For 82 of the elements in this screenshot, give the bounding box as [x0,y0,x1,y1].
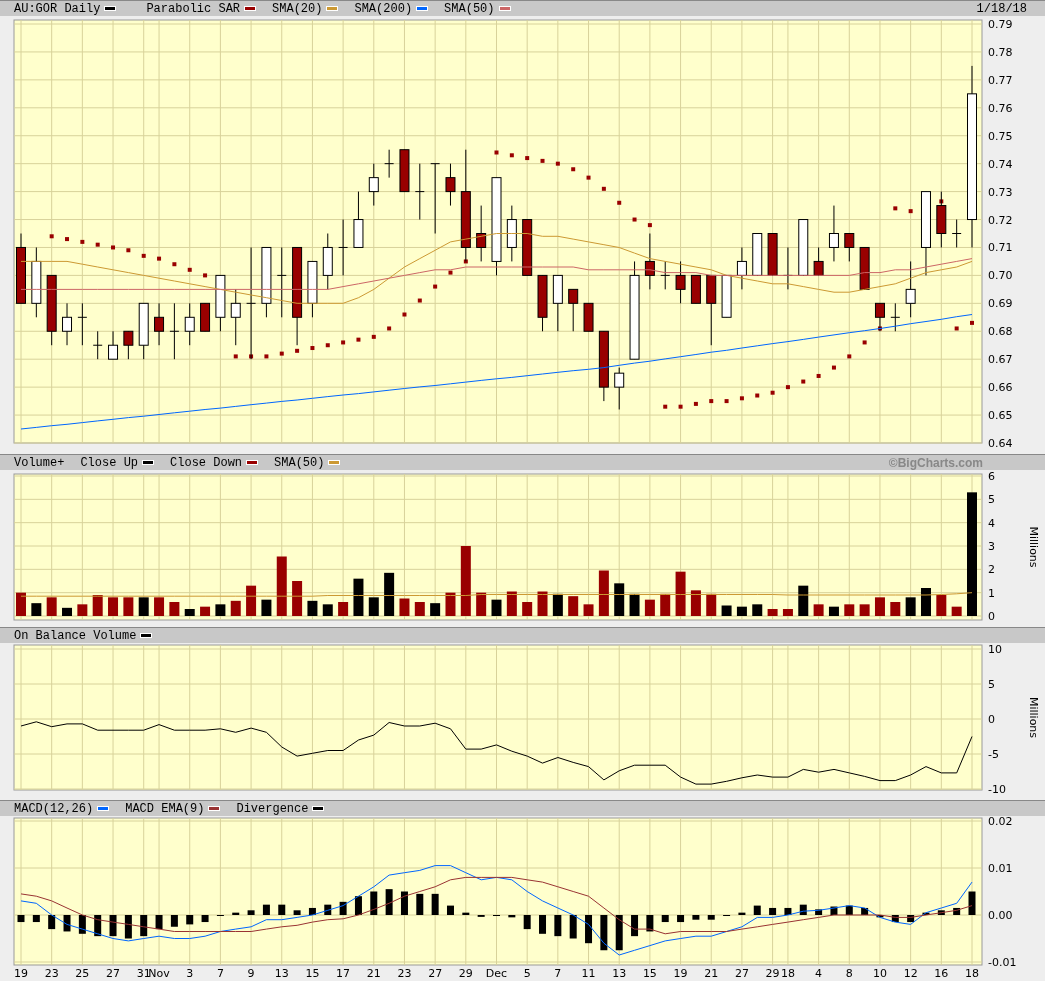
axis-tick-label: 0.74 [988,157,1013,171]
axis-tick-label: 5 [523,967,531,980]
axis-tick-label: 12 [903,967,918,980]
axis-tick-label: 4 [815,967,823,980]
axis-tick-label: 7 [554,967,562,980]
legend-label: SMA(20) [272,2,323,15]
axis-tick-label: 0.79 [988,18,1013,31]
axis-tick-label: 31 [136,967,151,980]
axis-tick-label: 25 [75,967,90,980]
legend-label: SMA(50) [444,2,495,15]
axis-tick-label: 4 [988,516,995,530]
axis-tick-label: 0.70 [988,269,1013,283]
legend-label: Parabolic SAR [146,2,241,15]
axis-tick-label: 0.72 [988,213,1013,227]
axis-tick-label: 27 [106,967,121,980]
axis-tick-label: 0.76 [988,101,1013,115]
legend-label: SMA(50) [274,456,325,469]
legend-label: Divergence [236,802,309,815]
axis-tick-label: 21 [704,967,719,980]
axis-tick-label: 29 [765,967,780,980]
axis-tick-label: 7 [216,967,224,980]
axis-label: Millions [1027,696,1040,739]
axis-tick-label: 0.64 [988,437,1013,450]
axis-tick-label: 27 [734,967,749,980]
axis-tick-label: 0 [988,713,995,726]
axis-tick-label: 18 [965,967,979,980]
axis-tick-label: 13 [274,967,289,980]
axis-tick-label: 0.73 [988,185,1013,199]
axis-tick-label: 0.01 [988,862,1013,875]
axis-tick-label: 0.02 [988,816,1013,828]
axis-label: Millions [1027,526,1040,568]
axis-tick-label: -5 [988,748,999,761]
axis-tick-label: 0.00 [988,909,1013,922]
axis-tick-label: 5 [988,493,995,507]
axis-tick-label: 27 [428,967,443,980]
legend-label: AU:GOR Daily [14,2,101,15]
panel-title: Volume+ [14,456,65,469]
axis-tick-label: 0.67 [988,353,1013,367]
axis-tick-label: 3 [988,540,995,553]
legend-label: MACD EMA(9) [125,802,205,815]
axis-tick-label: 13 [612,967,627,980]
axis-tick-label: 0.71 [988,241,1013,255]
legend-label: SMA(200) [354,2,413,15]
axis-tick-label: 18 [780,967,795,980]
axis-tick-label: 0.77 [988,73,1013,87]
axis-tick-label: -10 [988,783,1006,796]
axis-tick-label: 8 [845,967,853,980]
axis-tick-label: 15 [642,967,657,980]
axis-tick-label: 21 [366,967,381,980]
axis-tick-label: 0.66 [988,381,1013,395]
axis-tick-label: 5 [988,678,995,691]
axis-tick-label: 19 [673,967,688,980]
credit-text: ©BigCharts.com [888,456,983,469]
axis-tick-label: 0 [988,610,995,623]
axis-tick-label: 11 [581,967,596,980]
axis-tick-label: 16 [934,967,949,980]
date-text: 1/18/18 [976,2,1027,15]
legend-label: On Balance Volume [14,629,137,642]
axis-tick-label: 23 [44,967,59,980]
axis-tick-label: 2 [988,563,995,577]
axis-tick-label: 17 [336,967,351,980]
legend-label: Close Up [80,456,139,469]
axis-tick-label: 0.69 [988,297,1013,311]
axis-tick-label: Nov [148,967,170,980]
axis-tick-label: 9 [247,967,255,980]
axis-tick-label: 0.78 [988,45,1013,59]
axis-tick-label: -0.01 [988,956,1017,969]
axis-tick-label: 10 [988,643,1002,656]
axis-tick-label: Dec [485,967,508,980]
axis-tick-label: 0.68 [988,325,1013,339]
axis-tick-label: 1 [988,586,995,600]
axis-tick-label: 15 [305,967,320,980]
axis-tick-label: 10 [872,967,887,980]
legend-label: MACD(12,26) [14,802,94,815]
axis-tick-label: 0.65 [988,409,1013,423]
axis-tick-label: 6 [988,470,995,483]
axis-tick-label: 0.75 [988,129,1013,143]
axis-tick-label: 19 [14,967,28,980]
axis-tick-label: 3 [186,967,194,980]
legend-label: Close Down [170,456,243,469]
axis-tick-label: 23 [397,967,412,980]
axis-tick-label: 29 [458,967,473,980]
